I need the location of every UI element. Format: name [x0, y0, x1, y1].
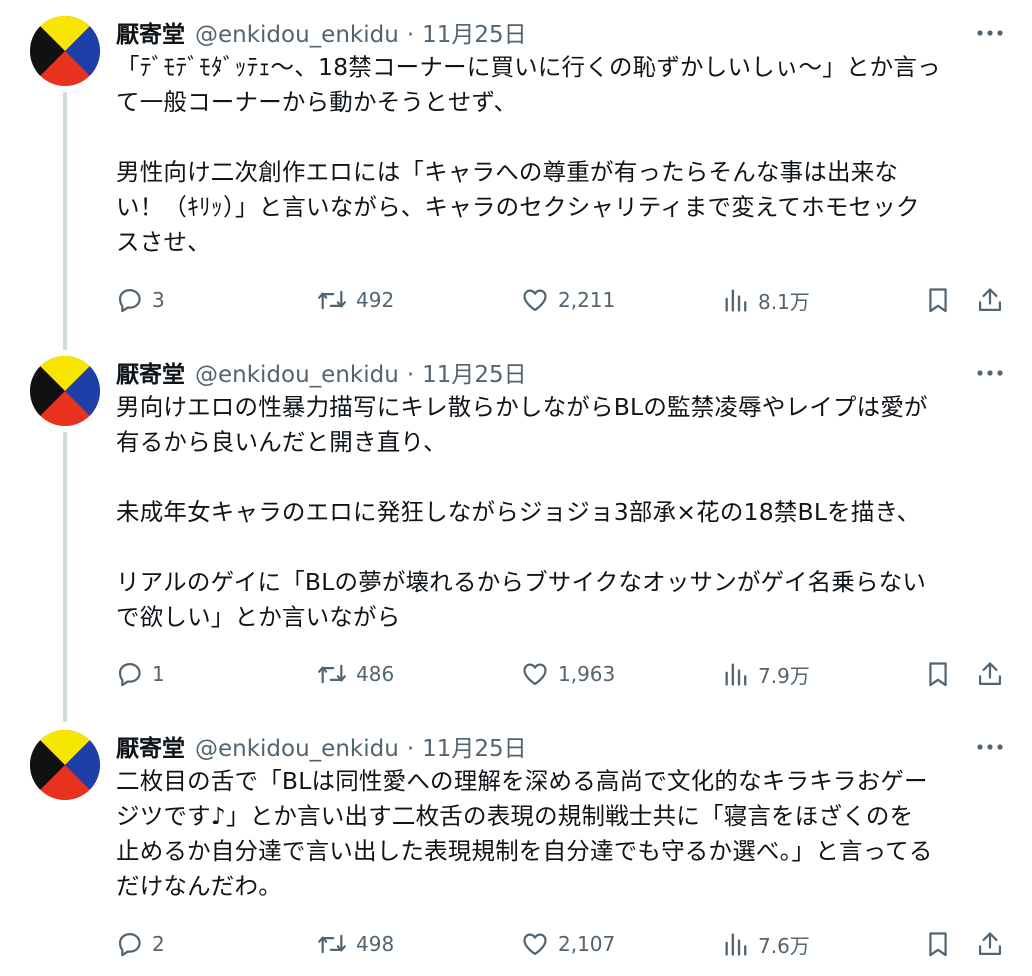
bookmark-icon [929, 288, 947, 313]
tweet[interactable]: 厭寄堂 @enkidou_enkidu · 11月25日 二枚目の舌で「BLは同… [0, 714, 1032, 976]
author-handle[interactable]: @enkidou_enkidu [195, 18, 399, 52]
heart-icon [523, 289, 547, 312]
share-button[interactable] [976, 286, 1004, 314]
reply-count: 2 [152, 932, 165, 956]
reply-bubble-icon [118, 288, 141, 313]
share-button[interactable] [976, 930, 1004, 958]
reply-button[interactable]: 2 [116, 926, 165, 962]
author-name[interactable]: 厭寄堂 [116, 18, 185, 52]
avatar[interactable] [30, 356, 100, 426]
tweet-text: 「ﾃﾞﾓﾃﾞﾓﾀﾞｯﾃｪ〜、18禁コーナーに買いに行くの恥ずかしいしぃ〜」とか言… [116, 53, 941, 256]
views-bar-chart-icon [725, 933, 747, 956]
tweet-thread: 厭寄堂 @enkidou_enkidu · 11月25日 「ﾃﾞﾓﾃﾞﾓﾀﾞｯﾃ… [0, 0, 1032, 976]
retweet-count: 492 [356, 288, 395, 312]
views-count: 8.1万 [758, 289, 810, 314]
reply-count: 1 [152, 662, 165, 686]
tweet-actions: 3 492 2,211 8.1万 [0, 282, 1032, 318]
tweet-actions: 1 486 1,963 7.9万 [0, 656, 1032, 692]
views-bar-chart-icon [725, 289, 747, 312]
tweet-date[interactable]: 11月25日 [422, 732, 527, 766]
reply-bubble-icon [118, 662, 141, 687]
separator-dot: · [406, 362, 415, 388]
views-count: 7.9万 [758, 663, 810, 688]
avatar[interactable] [30, 730, 100, 800]
bookmark-icon [929, 662, 947, 687]
tweet-date[interactable]: 11月25日 [422, 18, 527, 52]
retweet-count: 498 [356, 932, 395, 956]
tweet[interactable]: 厭寄堂 @enkidou_enkidu · 11月25日 男向けエロの性暴力描写… [0, 340, 1032, 724]
tweet[interactable]: 厭寄堂 @enkidou_enkidu · 11月25日 「ﾃﾞﾓﾃﾞﾓﾀﾞｯﾃ… [0, 0, 1032, 350]
share-upload-icon [978, 288, 1002, 312]
retweet-count: 486 [356, 662, 395, 686]
reply-button[interactable]: 1 [116, 656, 165, 692]
retweet-arrows-icon [318, 290, 346, 310]
retweet-arrows-icon [318, 664, 346, 684]
like-count: 2,211 [558, 288, 616, 312]
tweet-date[interactable]: 11月25日 [422, 358, 527, 392]
reply-count: 3 [152, 288, 165, 312]
author-name[interactable]: 厭寄堂 [116, 732, 185, 766]
views-button[interactable]: 7.6万 [722, 926, 810, 962]
heart-icon [523, 663, 547, 686]
more-options-button[interactable] [974, 734, 1006, 760]
more-options-button[interactable] [974, 20, 1006, 46]
tweet-text: 男向けエロの性暴力描写にキレ散らかしながらBLの監禁凌辱やレイプは愛が 有るから… [116, 393, 928, 631]
more-horizontal-icon [977, 370, 1003, 376]
tweet-text: 二枚目の舌で「BLは同性愛への理解を深める高尚で文化的なキラキラおゲー ジツです… [116, 767, 933, 900]
bookmark-button[interactable] [924, 660, 952, 688]
more-horizontal-icon [977, 744, 1003, 750]
author-name[interactable]: 厭寄堂 [116, 358, 185, 392]
separator-dot: · [406, 22, 415, 48]
share-upload-icon [978, 662, 1002, 686]
share-upload-icon [978, 932, 1002, 956]
tweet-header: 厭寄堂 @enkidou_enkidu · 11月25日 [116, 358, 527, 392]
reply-bubble-icon [118, 932, 141, 957]
more-horizontal-icon [977, 30, 1003, 36]
separator-dot: · [406, 736, 415, 762]
share-button[interactable] [976, 660, 1004, 688]
tweet-header: 厭寄堂 @enkidou_enkidu · 11月25日 [116, 18, 527, 52]
author-handle[interactable]: @enkidou_enkidu [195, 358, 399, 392]
retweet-arrows-icon [318, 934, 346, 954]
like-button[interactable]: 2,107 [520, 926, 615, 962]
reply-button[interactable]: 3 [116, 282, 165, 318]
author-handle[interactable]: @enkidou_enkidu [195, 732, 399, 766]
like-button[interactable]: 1,963 [520, 656, 615, 692]
avatar[interactable] [30, 16, 100, 86]
like-count: 1,963 [558, 662, 616, 686]
retweet-button[interactable]: 486 [316, 656, 394, 692]
bookmark-icon [929, 932, 947, 957]
heart-icon [523, 933, 547, 956]
views-bar-chart-icon [725, 663, 747, 686]
views-button[interactable]: 8.1万 [722, 282, 810, 318]
views-count: 7.6万 [758, 933, 810, 958]
retweet-button[interactable]: 492 [316, 282, 394, 318]
tweet-actions: 2 498 2,107 7.6万 [0, 926, 1032, 962]
like-count: 2,107 [558, 932, 616, 956]
bookmark-button[interactable] [924, 286, 952, 314]
like-button[interactable]: 2,211 [520, 282, 615, 318]
bookmark-button[interactable] [924, 930, 952, 958]
views-button[interactable]: 7.9万 [722, 656, 810, 692]
retweet-button[interactable]: 498 [316, 926, 394, 962]
tweet-header: 厭寄堂 @enkidou_enkidu · 11月25日 [116, 732, 527, 766]
more-options-button[interactable] [974, 360, 1006, 386]
